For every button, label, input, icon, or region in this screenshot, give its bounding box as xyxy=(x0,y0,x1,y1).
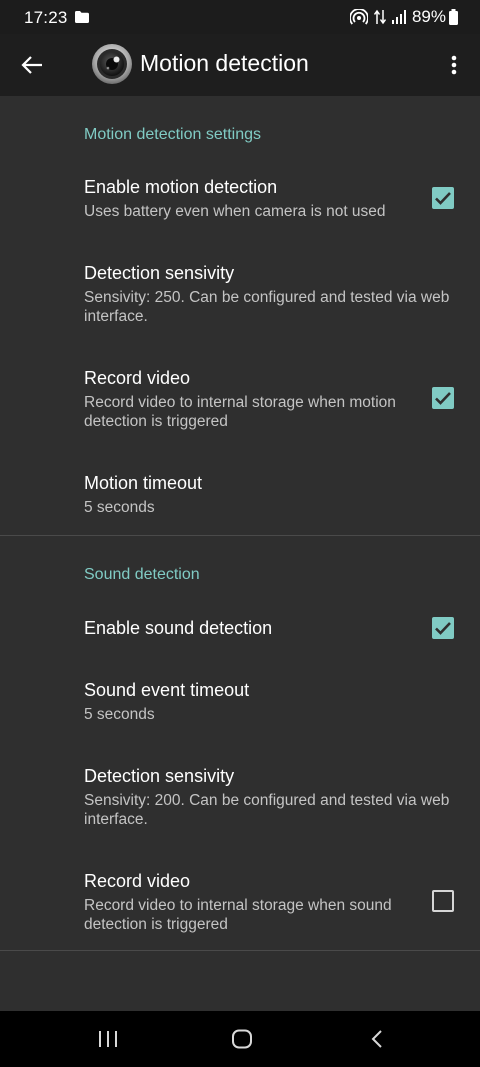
pref-title: Record video xyxy=(84,871,191,891)
overflow-menu-button[interactable] xyxy=(440,47,468,83)
pref-title: Motion timeout xyxy=(84,473,203,493)
data-arrows-icon xyxy=(373,8,386,26)
motion-record-video-checkbox[interactable] xyxy=(432,387,454,409)
pref-title: Detection sensivity xyxy=(84,263,235,283)
status-bar: 17:23 89% xyxy=(0,0,480,34)
section-header-motion: Motion detection settings xyxy=(84,126,261,143)
hotspot-icon xyxy=(349,9,368,25)
pref-summary: Record video to internal storage when mo… xyxy=(84,394,396,430)
pref-sound-detection-sensivity[interactable]: Detection sensivity Sensivity: 200. Can … xyxy=(0,754,480,844)
section-header-sound: Sound detection xyxy=(84,566,200,583)
pref-sound-event-timeout[interactable]: Sound event timeout 5 seconds xyxy=(0,668,480,738)
recent-apps-button[interactable] xyxy=(88,1025,128,1053)
folder-icon xyxy=(75,11,89,23)
section-divider xyxy=(0,535,480,536)
pref-title: Detection sensivity xyxy=(84,766,235,786)
pref-summary: Sensivity: 250. Can be configured and te… xyxy=(84,289,450,325)
pref-title: Record video xyxy=(84,368,191,388)
page-title: Motion detection xyxy=(140,50,309,76)
enable-motion-detection-checkbox[interactable] xyxy=(432,187,454,209)
pref-motion-record-video[interactable]: Record video Record video to internal st… xyxy=(0,356,480,446)
nav-back-button[interactable] xyxy=(357,1025,397,1053)
section-divider xyxy=(0,950,480,951)
sound-record-video-checkbox[interactable] xyxy=(432,890,454,912)
camera-lens-icon xyxy=(92,44,132,84)
checkmark-icon xyxy=(435,392,451,405)
pref-enable-motion-detection[interactable]: Enable motion detection Uses battery eve… xyxy=(0,164,480,234)
pref-summary: Record video to internal storage when so… xyxy=(84,897,392,933)
battery-icon xyxy=(449,9,458,25)
pref-summary: 5 seconds xyxy=(84,706,155,723)
battery-percent: 89% xyxy=(411,7,446,26)
enable-sound-detection-checkbox[interactable] xyxy=(432,617,454,639)
pref-motion-timeout[interactable]: Motion timeout 5 seconds xyxy=(0,461,480,531)
system-nav-bar xyxy=(0,1011,480,1067)
back-icon xyxy=(371,1030,382,1048)
pref-enable-sound-detection[interactable]: Enable sound detection xyxy=(0,601,480,656)
pref-title: Enable motion detection xyxy=(84,177,278,197)
pref-title: Sound event timeout xyxy=(84,680,250,700)
checkmark-icon xyxy=(435,622,451,635)
home-button[interactable] xyxy=(222,1025,262,1053)
status-icons: 89% xyxy=(344,7,458,27)
recent-apps-icon xyxy=(99,1031,117,1047)
back-arrow-icon xyxy=(21,56,42,74)
pref-motion-detection-sensivity[interactable]: Detection sensivity Sensivity: 250. Can … xyxy=(0,251,480,341)
overflow-menu-icon xyxy=(451,55,457,75)
home-icon xyxy=(232,1029,252,1049)
pref-summary: 5 seconds xyxy=(84,499,155,516)
screen: 17:23 89% Motion detection Motion detect… xyxy=(0,0,480,1067)
pref-sound-record-video[interactable]: Record video Record video to internal st… xyxy=(0,859,480,949)
pref-title: Enable sound detection xyxy=(84,618,273,638)
pref-summary: Sensivity: 200. Can be configured and te… xyxy=(84,792,450,828)
status-time: 17:23 xyxy=(24,8,68,27)
signal-icon xyxy=(391,10,406,24)
pref-summary: Uses battery even when camera is not use… xyxy=(84,203,386,220)
back-button[interactable] xyxy=(14,47,50,83)
checkmark-icon xyxy=(435,192,451,205)
app-bar: Motion detection xyxy=(0,34,480,96)
